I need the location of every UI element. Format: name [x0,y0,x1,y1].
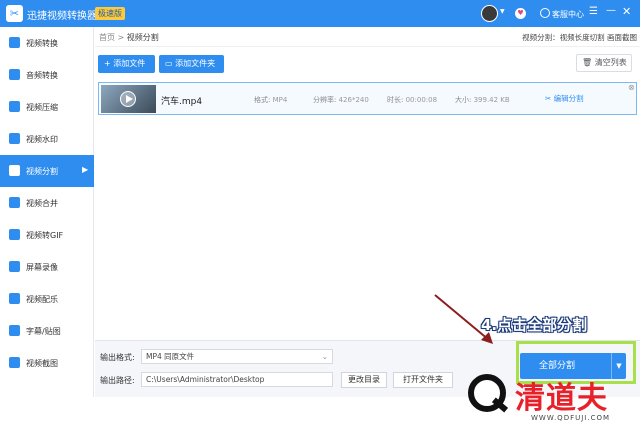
sidebar-item-label: 视频合并 [26,199,58,208]
watermark: 清道夫 WWW.QDFUJI.COM [465,371,640,426]
minimize-icon[interactable]: — [606,5,616,16]
sidebar-item-subtitle[interactable]: 字幕/贴图 [0,315,94,347]
sidebar-item-video-watermark[interactable]: 视频水印 [0,123,94,155]
sidebar-item-label: 视频水印 [26,135,58,144]
sidebar-item-video-merge[interactable]: 视频合并 [0,187,94,219]
file-name: 汽车.mp4 [161,97,203,107]
change-dir-button[interactable]: 更改目录 [341,372,387,388]
sidebar-item-screen-record[interactable]: 屏幕录像 [0,251,94,283]
app-title: 迅捷视频转换器 [27,11,97,22]
file-duration-value: 00:00:08 [405,96,438,104]
annotation-step-label: 4.点击全部分割 [481,316,588,334]
scissors-icon: ✂ [545,94,554,103]
edition-badge: 极速版 [95,7,125,20]
file-duration: 时长: 00:00:08 [387,95,437,105]
edit-split-button[interactable]: ✂ 编辑分割 [545,93,584,104]
edit-split-label: 编辑分割 [553,94,584,103]
chevron-right-icon: ▶ [82,165,89,174]
breadcrumb: 首页 > 视频分割 [99,32,159,43]
video-compress-icon [9,101,20,112]
video-thumbnail[interactable] [101,85,156,113]
sidebar-item-label: 屏幕录像 [26,263,58,272]
video-gif-icon [9,229,20,240]
output-format-label: 输出格式: [100,353,135,362]
file-resolution-label: 分辨率: [313,96,337,104]
sidebar-item-video-split[interactable]: 视频分割 ▶ [0,155,94,187]
clear-list-button[interactable]: 🗑 清空列表 [576,54,632,72]
output-format-select[interactable]: MP4 同原文件 ⌄ [141,349,333,364]
menu-icon[interactable]: ☰ [589,6,598,17]
video-merge-icon [9,197,20,208]
customer-service-link[interactable]: 客服中心 [552,9,584,20]
audio-convert-icon [9,69,20,80]
user-avatar[interactable] [481,5,498,22]
sidebar-item-video-music[interactable]: 视频配乐 [0,283,94,315]
customer-service-icon[interactable] [540,8,550,18]
file-size-value: 399.42 KB [473,96,510,104]
clear-list-label: 清空列表 [594,58,627,67]
watermark-logo-icon [468,374,506,412]
video-watermark-icon [9,133,20,144]
app-logo-icon: ✂ [6,5,23,22]
sidebar: 视频转换 音频转换 视频压缩 视频水印 视频分割 ▶ 视频合并 视频转GIF 屏幕… [0,27,94,397]
file-duration-label: 时长: [387,96,404,104]
folder-icon: ▭ [165,59,176,68]
video-convert-icon [9,37,20,48]
sidebar-item-video-compress[interactable]: 视频压缩 [0,91,94,123]
file-list-item[interactable]: 汽车.mp4 格式: MP4 分辨率: 426*240 时长: 00:00:08… [98,82,637,115]
sidebar-item-video-convert[interactable]: 视频转换 [0,27,94,59]
chevron-down-icon: ⌄ [321,352,328,361]
output-path-input[interactable]: C:\Users\Administrator\Desktop [141,372,333,387]
file-format-label: 格式: [254,96,271,104]
breadcrumb-bar: 首页 > 视频分割 视频分割：视频长度切割 画面截图 [95,27,640,47]
file-resolution: 分辨率: 426*240 [313,95,369,105]
screen-record-icon [9,261,20,272]
breadcrumb-separator: > [117,33,125,42]
breadcrumb-current: 视频分割 [126,33,159,42]
output-format-value: MP4 同原文件 [146,352,195,361]
file-size: 大小: 399.42 KB [455,95,510,105]
trash-icon: 🗑 [582,58,595,67]
file-format: 格式: MP4 [254,95,287,105]
close-icon[interactable]: ✕ [622,5,631,18]
sidebar-item-video-gif[interactable]: 视频转GIF [0,219,94,251]
sidebar-item-audio-convert[interactable]: 音频转换 [0,59,94,91]
split-mode-info: 视频分割：视频长度切割 画面截图 [522,33,637,42]
watermark-text: 清道夫 [515,381,608,416]
sidebar-item-label: 字幕/贴图 [26,327,61,336]
output-path-label: 输出路径: [100,376,135,385]
sidebar-item-label: 视频分割 [26,167,58,176]
sidebar-item-label: 视频截图 [26,359,58,368]
vip-icon[interactable]: ♥ [515,8,526,19]
chevron-down-icon[interactable]: ▼ [500,8,505,15]
play-icon[interactable] [120,91,136,107]
add-file-button[interactable]: + 添加文件 [98,55,155,73]
video-screenshot-icon [9,357,20,368]
watermark-url: WWW.QDFUJI.COM [531,414,611,422]
add-folder-label: 添加文件夹 [175,59,216,68]
video-music-icon [9,293,20,304]
remove-file-icon[interactable]: ⊗ [628,83,635,92]
file-resolution-value: 426*240 [338,96,369,104]
breadcrumb-home[interactable]: 首页 [99,33,115,42]
split-all-label: 全部分割 [539,361,576,371]
sidebar-item-label: 视频转换 [26,39,58,48]
sidebar-item-label: 视频转GIF [26,231,64,240]
sidebar-item-label: 视频压缩 [26,103,58,112]
video-split-icon [9,165,20,176]
sidebar-item-label: 音频转换 [26,71,58,80]
sidebar-item-video-screenshot[interactable]: 视频截图 [0,347,94,379]
file-size-label: 大小: [455,96,472,104]
title-bar: ✂ 迅捷视频转换器 极速版 ▼ ♥ 客服中心 ☰ — ✕ [0,0,640,27]
subtitle-icon [9,325,20,336]
add-folder-button[interactable]: ▭ 添加文件夹 [159,55,224,73]
file-format-value: MP4 [272,96,288,104]
sidebar-item-label: 视频配乐 [26,295,58,304]
open-folder-button[interactable]: 打开文件夹 [393,372,453,388]
